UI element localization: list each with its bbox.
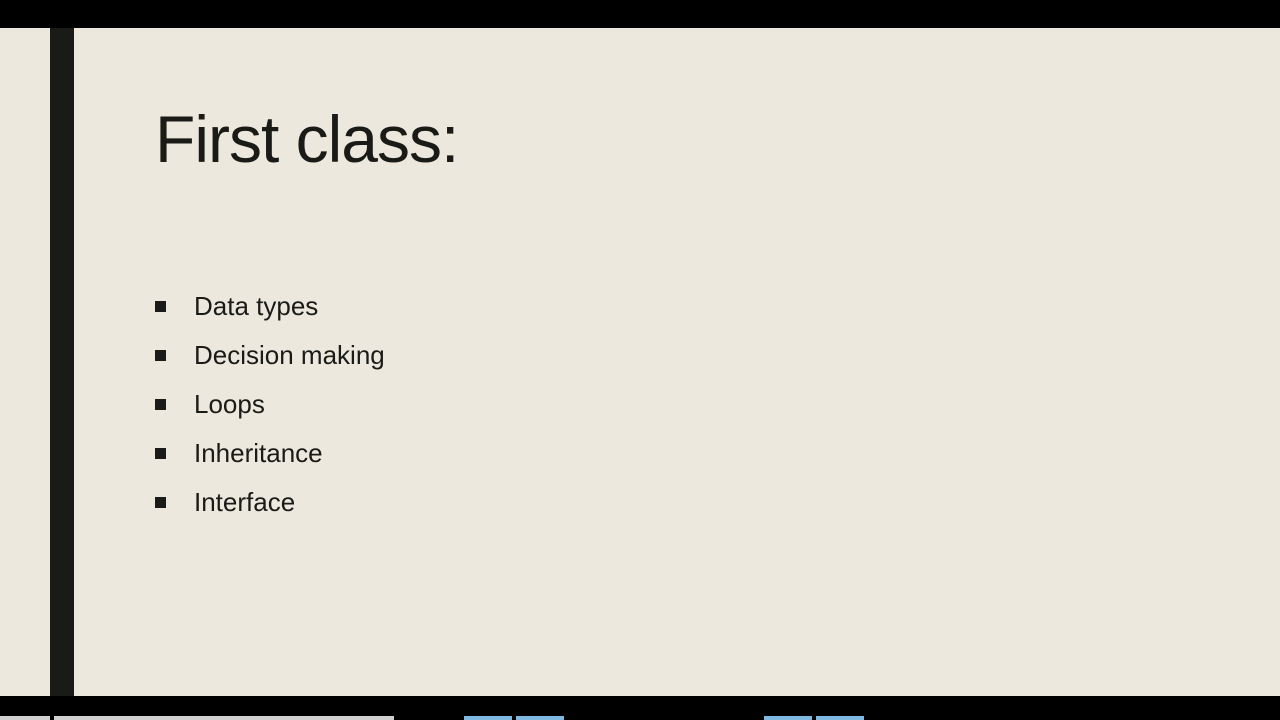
bullet-square-icon [155, 350, 166, 361]
bullet-text: Data types [194, 291, 318, 322]
taskbar-segment [816, 716, 864, 720]
bullet-square-icon [155, 399, 166, 410]
taskbar-segment [764, 716, 812, 720]
bullet-square-icon [155, 301, 166, 312]
presentation-slide: First class: Data types Decision making … [0, 24, 1280, 696]
bullet-text: Interface [194, 487, 295, 518]
bullet-square-icon [155, 448, 166, 459]
taskbar-segment [0, 716, 50, 720]
list-item: Loops [155, 389, 1220, 420]
bullet-list: Data types Decision making Loops Inherit… [155, 291, 1220, 519]
window-top-border [0, 0, 1280, 24]
taskbar-segment [54, 716, 394, 720]
slide-accent-bar [50, 28, 74, 696]
taskbar-gap [564, 716, 764, 720]
bullet-text: Inheritance [194, 438, 323, 469]
bullet-text: Decision making [194, 340, 385, 371]
bullet-text: Loops [194, 389, 265, 420]
bullet-square-icon [155, 497, 166, 508]
list-item: Data types [155, 291, 1220, 322]
window-bottom-border [0, 696, 1280, 720]
list-item: Interface [155, 487, 1220, 518]
slide-title: First class: [155, 103, 1220, 176]
taskbar-gap [394, 716, 464, 720]
list-item: Inheritance [155, 438, 1220, 469]
slide-content: First class: Data types Decision making … [155, 103, 1220, 537]
taskbar-segment [516, 716, 564, 720]
taskbar-segment [464, 716, 512, 720]
list-item: Decision making [155, 340, 1220, 371]
taskbar-sliver [0, 716, 1280, 720]
